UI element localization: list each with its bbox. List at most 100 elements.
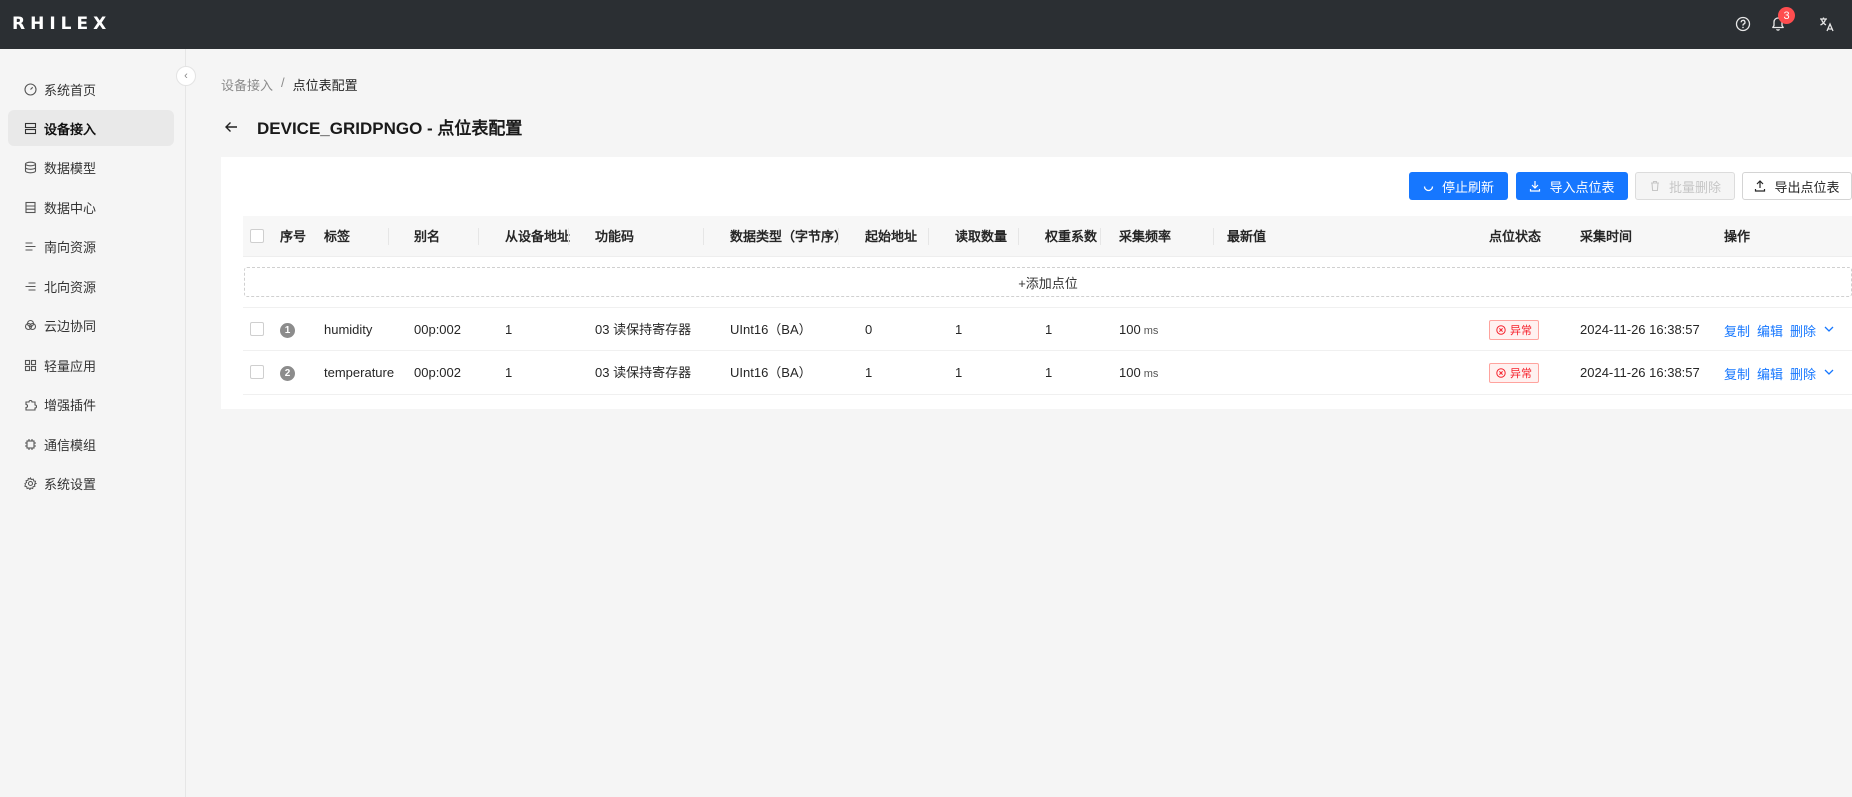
row-checkbox[interactable] (250, 322, 264, 336)
cell-start-addr: 1 (865, 365, 873, 380)
close-circle-icon (1496, 325, 1506, 335)
sidebar-collapse-button[interactable]: ‹ (176, 66, 196, 86)
sidebar-item-settings[interactable]: 系统设置 (8, 465, 174, 501)
cell-read-count: 1 (955, 322, 963, 337)
dashboard-icon (23, 82, 37, 96)
cell-freq: 100 ms (1119, 308, 1158, 352)
cell-data-type: UInt16（BA） (730, 322, 812, 337)
row-actions: 复制 编辑 删除 (1724, 351, 1835, 395)
select-all-checkbox[interactable] (250, 229, 264, 243)
south-resource-icon (23, 239, 37, 253)
chevron-down-icon[interactable] (1823, 366, 1835, 381)
sidebar-item-north[interactable]: 北向资源 (8, 268, 174, 304)
sidebar-item-app[interactable]: 轻量应用 (8, 347, 174, 383)
sidebar-item-cloud[interactable]: 云边协同 (8, 307, 174, 343)
stop-refresh-label: 停止刷新 (1441, 179, 1494, 195)
header-status: 点位状态 (1489, 229, 1542, 244)
sidebar-item-label: 通信模组 (44, 437, 97, 453)
cell-time: 2024-11-26 16:38:57 (1580, 322, 1700, 337)
chevron-down-icon[interactable] (1823, 323, 1835, 338)
sidebar-item-home[interactable]: 系统首页 (8, 71, 174, 107)
cell-data-type: UInt16（BA） (730, 365, 812, 380)
sidebar-item-module[interactable]: 通信模组 (8, 426, 174, 462)
breadcrumb: 设备接入 / 点位表配置 (221, 75, 358, 94)
model-icon (23, 160, 37, 174)
header-time: 采集时间 (1580, 229, 1633, 244)
sidebar-item-south[interactable]: 南向资源 (8, 228, 174, 264)
sidebar-item-label: 轻量应用 (44, 358, 97, 374)
cell-slave-addr: 1 (505, 322, 513, 337)
cell-alias: 00p:002 (414, 322, 461, 337)
point-table-card: 停止刷新 导入点位表 批量删除 导出点位表 序号 标签 别名 从设备地址 功能码… (221, 157, 1852, 409)
cell-time: 2024-11-26 16:38:57 (1580, 365, 1700, 380)
status-badge: 异常 (1489, 320, 1539, 340)
row-checkbox[interactable] (250, 365, 264, 379)
breadcrumb-parent[interactable]: 设备接入 (221, 75, 273, 94)
copy-link[interactable]: 复制 (1724, 321, 1750, 340)
row-index: 2 (280, 366, 295, 381)
import-button[interactable]: 导入点位表 (1516, 172, 1628, 200)
cell-func-code: 03 读保持寄存器 (595, 322, 692, 337)
sidebar-item-device[interactable]: 设备接入 (8, 110, 174, 146)
page-header: DEVICE_GRIDPNGO - 点位表配置 (221, 114, 522, 139)
header-freq: 采集频率 (1119, 229, 1172, 244)
delete-link[interactable]: 删除 (1790, 364, 1816, 383)
sidebar-item-plugin[interactable]: 增强插件 (8, 386, 174, 422)
device-icon (23, 121, 37, 135)
cell-tag: temperature (324, 365, 395, 380)
freq-value: 100 (1119, 322, 1141, 337)
cell-start-addr: 0 (865, 322, 873, 337)
header-weight: 权重系数 (1045, 229, 1098, 244)
header-data-type: 数据类型（字节序） (730, 229, 848, 244)
cell-func-code: 03 读保持寄存器 (595, 365, 692, 380)
sidebar-item-label: 北向资源 (44, 279, 97, 295)
header-slave-addr: 从设备地址 (505, 229, 571, 244)
header-start-addr: 起始地址 (865, 229, 918, 244)
database-icon (23, 200, 37, 214)
gear-icon (23, 476, 37, 490)
batch-delete-button[interactable]: 批量删除 (1635, 172, 1735, 200)
translate-icon[interactable] (1815, 13, 1837, 35)
cell-tag: humidity (324, 322, 373, 337)
freq-unit: ms (1143, 325, 1159, 337)
stop-refresh-button[interactable]: 停止刷新 (1409, 172, 1508, 200)
status-text: 异常 (1510, 368, 1532, 380)
sidebar: 系统首页 设备接入 数据模型 数据中心 南向资源 北向资源 云边协同 轻量应用 … (0, 49, 186, 797)
top-bar: RHILEX 3 (0, 0, 1852, 49)
loading-icon (1423, 181, 1434, 192)
export-label: 导出点位表 (1774, 179, 1840, 195)
header-latest: 最新值 (1227, 229, 1267, 244)
sidebar-item-label: 设备接入 (44, 121, 97, 137)
help-icon[interactable] (1732, 13, 1754, 35)
status-text: 异常 (1510, 325, 1532, 337)
freq-unit: ms (1143, 368, 1159, 380)
notification-badge: 3 (1778, 7, 1795, 24)
table-row: 2 temperature 00p:002 1 03 读保持寄存器 UInt16… (243, 351, 1852, 395)
status-badge: 异常 (1489, 363, 1539, 383)
page-title: DEVICE_GRIDPNGO - 点位表配置 (257, 119, 523, 138)
add-point-button[interactable]: +添加点位 (244, 267, 1852, 297)
edit-link[interactable]: 编辑 (1757, 364, 1783, 383)
sidebar-item-model[interactable]: 数据模型 (8, 149, 174, 185)
north-resource-icon (23, 279, 37, 293)
delete-link[interactable]: 删除 (1790, 321, 1816, 340)
sidebar-item-label: 数据模型 (44, 160, 97, 176)
export-button[interactable]: 导出点位表 (1742, 172, 1852, 200)
back-arrow-icon[interactable] (221, 117, 241, 137)
import-label: 导入点位表 (1549, 179, 1615, 195)
chip-icon (23, 437, 37, 451)
cell-read-count: 1 (955, 365, 963, 380)
cell-alias: 00p:002 (414, 365, 461, 380)
sidebar-item-label: 南向资源 (44, 239, 97, 255)
cell-slave-addr: 1 (505, 365, 513, 380)
trash-icon (1649, 180, 1661, 192)
close-circle-icon (1496, 368, 1506, 378)
sidebar-item-datacenter[interactable]: 数据中心 (8, 189, 174, 225)
freq-value: 100 (1119, 365, 1141, 380)
batch-delete-label: 批量删除 (1668, 179, 1721, 195)
edit-link[interactable]: 编辑 (1757, 321, 1783, 340)
copy-link[interactable]: 复制 (1724, 364, 1750, 383)
plugin-icon (23, 397, 37, 411)
breadcrumb-separator: / (281, 75, 285, 90)
sidebar-item-label: 数据中心 (44, 200, 97, 216)
